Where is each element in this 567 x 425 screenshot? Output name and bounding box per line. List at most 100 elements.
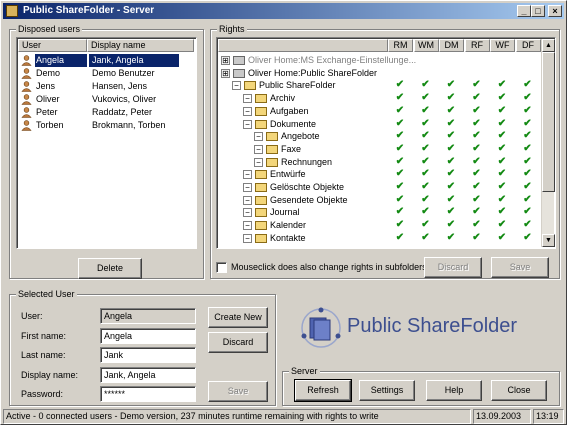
right-check-icon[interactable]: ✔ [388, 105, 412, 117]
right-check-icon[interactable]: ✔ [465, 219, 489, 231]
right-check-icon[interactable]: ✔ [516, 219, 540, 231]
user-list-row[interactable]: Jens Hansen, Jens [19, 80, 194, 93]
right-check-icon[interactable]: ✔ [414, 206, 438, 218]
user-list-row[interactable]: Peter Raddatz, Peter [19, 106, 194, 119]
password-field[interactable]: ****** [100, 386, 196, 402]
rights-column-wm[interactable]: WM [413, 39, 439, 52]
display-name-field[interactable]: Jank, Angela [100, 367, 196, 383]
rights-scrollbar[interactable]: ▲ ▼ [541, 39, 555, 247]
right-check-icon[interactable]: ✔ [388, 194, 412, 206]
right-check-icon[interactable]: ✔ [516, 156, 540, 168]
right-check-icon[interactable]: ✔ [490, 92, 514, 104]
right-check-icon[interactable]: ✔ [516, 194, 540, 206]
right-check-icon[interactable]: ✔ [465, 79, 489, 91]
right-check-icon[interactable]: ✔ [490, 168, 514, 180]
right-check-icon[interactable]: ✔ [414, 130, 438, 142]
rights-tree-row[interactable]: − Gesendete Objekte ✔ ✔ ✔ ✔ ✔ ✔ [219, 194, 539, 207]
rights-column-df[interactable]: DF [515, 39, 541, 52]
rights-tree-row[interactable]: − Journal ✔ ✔ ✔ ✔ ✔ ✔ [219, 206, 539, 219]
rights-tree-row[interactable]: − Faxe ✔ ✔ ✔ ✔ ✔ ✔ [219, 143, 539, 156]
right-check-icon[interactable]: ✔ [490, 206, 514, 218]
right-check-icon[interactable]: ✔ [516, 168, 540, 180]
user-save-button[interactable]: Save [208, 381, 268, 402]
right-check-icon[interactable]: ✔ [490, 194, 514, 206]
right-check-icon[interactable]: ✔ [388, 206, 412, 218]
user-list-row[interactable]: Angela Jank, Angela [19, 54, 194, 67]
right-check-icon[interactable]: ✔ [414, 79, 438, 91]
right-check-icon[interactable]: ✔ [516, 143, 540, 155]
right-check-icon[interactable]: ✔ [439, 118, 463, 130]
right-check-icon[interactable]: ✔ [414, 232, 438, 244]
right-check-icon[interactable]: ✔ [439, 143, 463, 155]
right-check-icon[interactable]: ✔ [439, 206, 463, 218]
right-check-icon[interactable]: ✔ [439, 219, 463, 231]
right-check-icon[interactable]: ✔ [439, 232, 463, 244]
rights-save-button[interactable]: Save [491, 257, 549, 278]
tree-expand-icon[interactable]: − [243, 221, 252, 231]
right-check-icon[interactable]: ✔ [465, 118, 489, 130]
right-check-icon[interactable]: ✔ [388, 168, 412, 180]
title-bar[interactable]: Public ShareFolder - Server _ □ × [3, 3, 564, 19]
right-check-icon[interactable]: ✔ [414, 156, 438, 168]
right-check-icon[interactable]: ✔ [465, 143, 489, 155]
right-check-icon[interactable]: ✔ [490, 118, 514, 130]
column-header-display-name[interactable]: Display name [87, 39, 194, 52]
right-check-icon[interactable]: ✔ [490, 143, 514, 155]
rights-tree-row[interactable]: ⊞ Oliver Home:Public ShareFolder [219, 67, 539, 80]
right-check-icon[interactable]: ✔ [414, 143, 438, 155]
right-check-icon[interactable]: ✔ [516, 130, 540, 142]
right-check-icon[interactable]: ✔ [465, 206, 489, 218]
right-check-icon[interactable]: ✔ [388, 156, 412, 168]
scroll-down-button[interactable]: ▼ [542, 234, 555, 247]
user-list-row[interactable]: Demo Demo Benutzer [19, 67, 194, 80]
right-check-icon[interactable]: ✔ [516, 105, 540, 117]
right-check-icon[interactable]: ✔ [439, 92, 463, 104]
tree-expand-icon[interactable]: ⊞ [221, 68, 230, 78]
rights-tree-row[interactable]: − Entwürfe ✔ ✔ ✔ ✔ ✔ ✔ [219, 168, 539, 181]
tree-expand-icon[interactable]: ⊞ [221, 56, 230, 65]
column-header-user[interactable]: User [18, 39, 87, 52]
tree-expand-icon[interactable]: − [254, 144, 263, 154]
close-window-button[interactable]: × [548, 5, 562, 17]
right-check-icon[interactable]: ✔ [490, 181, 514, 193]
right-check-icon[interactable]: ✔ [439, 156, 463, 168]
right-check-icon[interactable]: ✔ [490, 105, 514, 117]
right-check-icon[interactable]: ✔ [439, 130, 463, 142]
create-new-button[interactable]: Create New [208, 307, 268, 328]
right-check-icon[interactable]: ✔ [516, 232, 540, 244]
close-button[interactable]: Close [491, 380, 547, 401]
user-list-row[interactable]: Torben Brokmann, Torben [19, 119, 194, 132]
tree-expand-icon[interactable]: − [232, 81, 241, 91]
right-check-icon[interactable]: ✔ [388, 143, 412, 155]
right-check-icon[interactable]: ✔ [439, 168, 463, 180]
rights-column-rm[interactable]: RM [388, 39, 413, 52]
rights-tree-row[interactable]: − Public ShareFolder ✔ ✔ ✔ ✔ ✔ ✔ [219, 79, 539, 92]
right-check-icon[interactable]: ✔ [465, 130, 489, 142]
right-check-icon[interactable]: ✔ [388, 130, 412, 142]
last-name-field[interactable]: Jank [100, 347, 196, 363]
right-check-icon[interactable]: ✔ [388, 232, 412, 244]
right-check-icon[interactable]: ✔ [465, 168, 489, 180]
tree-expand-icon[interactable]: − [243, 183, 252, 192]
right-check-icon[interactable]: ✔ [490, 156, 514, 168]
right-check-icon[interactable]: ✔ [465, 194, 489, 206]
rights-tree-row[interactable]: ⊞ Oliver Home:MS Exchange-Einstellunge... [219, 54, 539, 67]
rights-column-wf[interactable]: WF [490, 39, 515, 52]
tree-expand-icon[interactable]: − [254, 157, 263, 167]
scrollbar-thumb[interactable] [542, 52, 555, 192]
user-list[interactable]: User Display name Angela Jank, Angela Demo… [16, 37, 197, 249]
right-check-icon[interactable]: ✔ [490, 219, 514, 231]
right-check-icon[interactable]: ✔ [490, 232, 514, 244]
rights-tree-row[interactable]: − Kontakte ✔ ✔ ✔ ✔ ✔ ✔ [219, 232, 539, 245]
right-check-icon[interactable]: ✔ [516, 79, 540, 91]
right-check-icon[interactable]: ✔ [414, 194, 438, 206]
tree-expand-icon[interactable]: − [243, 195, 252, 205]
minimize-button[interactable]: _ [517, 5, 531, 17]
rights-tree-row[interactable]: − Dokumente ✔ ✔ ✔ ✔ ✔ ✔ [219, 118, 539, 131]
right-check-icon[interactable]: ✔ [490, 79, 514, 91]
rights-tree[interactable]: RM WM DM RF WF DF ⊞ Oliver Home:MS Exchange-Ei… [216, 37, 556, 249]
right-check-icon[interactable]: ✔ [516, 92, 540, 104]
scroll-up-button[interactable]: ▲ [542, 39, 555, 52]
right-check-icon[interactable]: ✔ [516, 118, 540, 130]
tree-expand-icon[interactable]: − [243, 233, 252, 243]
